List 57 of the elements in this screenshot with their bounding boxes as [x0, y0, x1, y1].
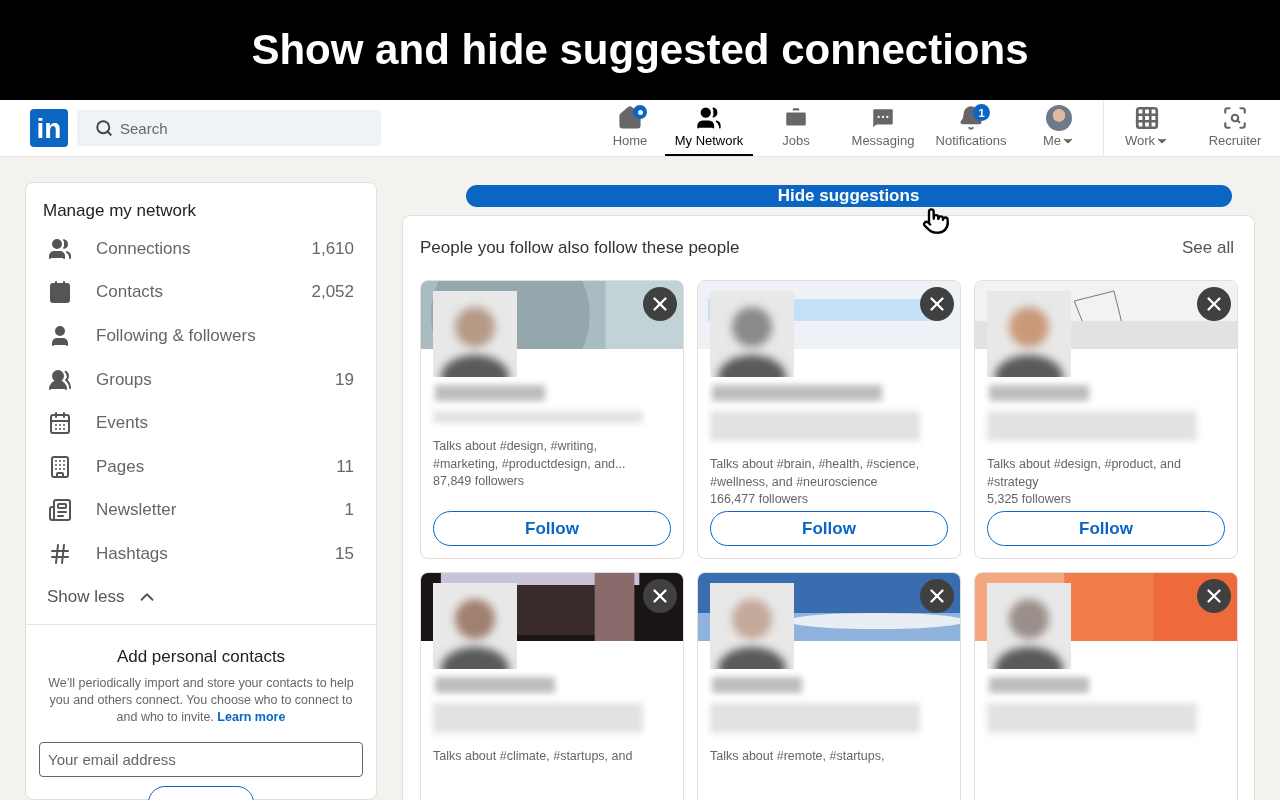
sidebar-item[interactable]: Newsletter 1 [26, 488, 376, 533]
topics-text: Talks about #design, #writing, #marketing, #productdesign, and... [433, 438, 627, 473]
home-icon [617, 105, 643, 131]
follow-button[interactable]: Follow [710, 511, 948, 546]
count: 19 [335, 369, 354, 390]
count: 1 [344, 500, 354, 521]
count: 15 [335, 543, 354, 564]
follower-count: 166,477 followers [710, 491, 809, 508]
see-all-link[interactable]: See all [1182, 238, 1234, 258]
nav-tab[interactable]: Me [1015, 100, 1103, 156]
follower-count: 87,849 followers [433, 473, 526, 490]
group-icon [48, 367, 72, 392]
learn-more-link[interactable]: Learn more [217, 709, 286, 724]
topics-text: Talks about #climate, #startups, and [433, 748, 634, 765]
count: 2,052 [311, 282, 354, 303]
topics-text: Talks about #remote, #startups, [710, 748, 886, 765]
sidebar-item[interactable]: Following & followers [26, 314, 376, 358]
people-icon [696, 105, 722, 131]
nav-tab[interactable]: Home [595, 100, 665, 156]
sidebar-item[interactable]: Hashtags 15 [26, 532, 376, 576]
search-field[interactable]: Search [77, 110, 381, 146]
sidebar-title: Manage my network [42, 200, 198, 222]
calendar-icon [48, 411, 72, 436]
nav-tab[interactable]: Jobs [753, 100, 839, 156]
sidebar-item[interactable]: Contacts 2,052 [26, 270, 376, 315]
sidebar-item[interactable]: Pages 11 [26, 444, 376, 489]
nav-tab[interactable]: Work [1104, 100, 1190, 156]
sidebar-item[interactable]: Events [26, 401, 376, 445]
building-icon [48, 454, 72, 479]
contacts-title: Add personal contacts [116, 646, 286, 667]
topics-text: Talks about #design, #product, and #strategy [987, 456, 1182, 491]
sidebar-item[interactable]: Groups 19 [26, 357, 376, 402]
contacts-description: We’ll periodically import and store your contacts to help you and others connect. You choose who to connect to and who to invite. Learn more [47, 674, 355, 726]
show-less-toggle[interactable]: Show less [26, 575, 180, 624]
logo[interactable]: in [30, 109, 68, 147]
email-field[interactable]: Your email address [39, 741, 363, 777]
section-title: People you follow also follow these people [420, 238, 740, 258]
sidebar-item[interactable]: Connections 1,610 [26, 227, 376, 271]
banner-title: Show and hide suggested connections [251, 26, 1029, 74]
follower-count: 5,325 followers [987, 491, 1073, 508]
nav-tab[interactable]: Messaging [839, 100, 927, 156]
nav-tab[interactable]: My Network [665, 100, 753, 156]
nav-tab[interactable]: Recruiter [1190, 100, 1280, 156]
search-icon [95, 119, 113, 137]
count: 11 [336, 456, 354, 477]
follow-button[interactable]: Follow [987, 511, 1225, 546]
grid-icon [1134, 105, 1160, 131]
follow-button[interactable]: Follow [433, 511, 671, 546]
topics-text: Talks about #brain, #health, #science, #wellness, and #neuroscience [710, 456, 921, 491]
hashtag-icon [48, 541, 72, 566]
count: 1,610 [311, 238, 354, 259]
avatar [1046, 105, 1072, 131]
count-badge: 1 [973, 104, 990, 121]
magnifier-icon [1222, 105, 1248, 131]
nav-tab[interactable]: 1 Notifications [927, 100, 1015, 156]
people-icon [48, 236, 72, 261]
newspaper-icon [48, 498, 72, 523]
